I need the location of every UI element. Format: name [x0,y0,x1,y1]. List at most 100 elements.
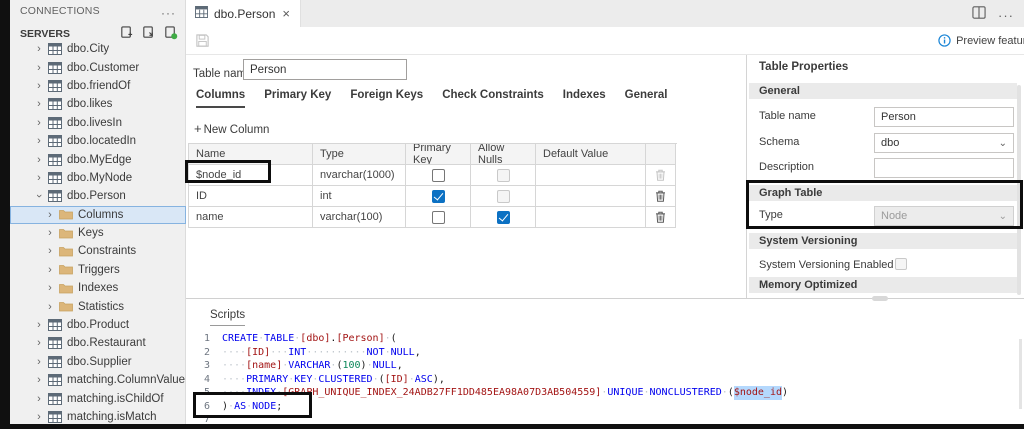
chevron-right-icon[interactable]: › [32,43,46,55]
code-token: ( [391,332,397,346]
code-line-1: 1CREATE·TABLE·[dbo].[Person]·( [186,332,1016,346]
panel-resize-handle[interactable] [872,296,888,301]
delete-row-icon[interactable] [655,190,666,202]
code-token: $node_id [734,386,782,400]
tree-item-statistics[interactable]: ›Statistics [10,297,186,315]
tree-item-dbo-mynode[interactable]: ›dbo.MyNode [10,169,186,187]
new-connection-icon[interactable] [119,25,134,40]
primary-key-checkbox[interactable] [432,169,445,182]
column-name-cell[interactable]: ID [189,186,313,207]
chevron-right-icon[interactable]: › [32,319,46,331]
tree-item-label: matching.isMatch [67,411,156,423]
scripts-tab[interactable]: Scripts [210,309,245,326]
tree-item-dbo-city[interactable]: ›dbo.City [10,40,186,58]
designer-tabs: Columns Primary Key Foreign Keys Check Cons… [196,89,667,108]
column-type-cell[interactable]: nvarchar(1000) [313,165,406,186]
designer-tab-columns[interactable]: Columns [196,89,245,108]
chevron-right-icon[interactable]: › [32,154,46,166]
more-actions-icon[interactable]: ··· [998,8,1014,23]
tree-item-dbo-friendof[interactable]: ›dbo.friendOf [10,77,186,95]
tree-item-dbo-myedge[interactable]: ›dbo.MyEdge [10,150,186,168]
tree-item-dbo-livesin[interactable]: ›dbo.livesIn [10,114,186,132]
chevron-right-icon[interactable]: › [32,117,46,129]
tree-item-dbo-restaurant[interactable]: › dbo.Restaurant [10,334,186,352]
designer-tab-indexes[interactable]: Indexes [563,89,606,108]
column-name-cell[interactable]: $node_id [189,165,313,186]
prop-input-description[interactable] [874,158,1014,178]
delete-row-icon[interactable] [655,211,666,223]
new-column-button[interactable]: +New Column [194,121,269,136]
tree-item-indexes[interactable]: ›Indexes [10,279,186,297]
designer-tab-general[interactable]: General [625,89,668,108]
allow-nulls-cell [471,186,536,207]
primary-key-checkbox[interactable] [432,190,445,203]
chevron-right-icon[interactable]: › [32,172,46,184]
chevron-right-icon[interactable]: › [32,98,46,110]
tree-item-dbo-supplier[interactable]: ›dbo.Supplier [10,353,186,371]
chevron-right-icon[interactable]: › [32,411,46,423]
new-server-group-icon[interactable] [141,25,156,40]
tree-item-columns[interactable]: ›Columns [10,206,186,224]
code-token: [dbo] [300,332,330,346]
code-token: [GRAPH_UNIQUE_INDEX_24ADB27FF1DD485EA98A… [282,386,601,400]
tree-item-matching-columnvalue[interactable]: ›matching.ColumnValue [10,371,186,389]
default-value-cell[interactable] [536,165,646,186]
save-icon[interactable] [195,33,210,53]
grid-header-row: NameTypePrimary KeyAllow NullsDefault Va… [189,144,677,165]
tree-item-label: dbo.Restaurant [67,337,146,349]
chevron-right-icon[interactable]: › [32,393,46,405]
scripts-scrollbar[interactable] [1019,339,1022,409]
prop-input-table-name[interactable] [874,107,1014,127]
table-name-input[interactable] [243,59,407,80]
tree-item-dbo-likes[interactable]: ›dbo.likes [10,95,186,113]
tree-item-matching-ismatch[interactable]: › matching.isMatch [10,408,186,424]
chevron-down-icon[interactable]: › [33,189,45,203]
chevron-right-icon[interactable]: › [32,80,46,92]
tree-item-dbo-locatedin[interactable]: ›dbo.locatedIn [10,132,186,150]
tree-item-keys[interactable]: ›Keys [10,224,186,242]
tree-item-label: dbo.Person [67,190,126,202]
tab-dbo-person[interactable]: dbo.Person × [186,0,301,27]
app-window: CONNECTIONS ··· SERVERS ›dbo.City›dbo.Cu… [0,0,1024,429]
chevron-right-icon[interactable]: › [43,264,57,276]
row-actions-cell [646,165,676,186]
split-editor-icon[interactable] [972,6,986,24]
prop-label-table-name: Table name [759,110,816,122]
tree-item-dbo-person[interactable]: › dbo.Person [10,187,186,205]
chevron-right-icon[interactable]: › [32,374,46,386]
sql-script-editor[interactable]: 1CREATE·TABLE·[dbo].[Person]·(2····[ID]·… [186,332,1016,429]
properties-scrollbar[interactable] [1017,85,1021,295]
active-connections-icon[interactable] [163,25,178,40]
tree-item-dbo-product[interactable]: ›dbo.Product [10,316,186,334]
chevron-right-icon[interactable]: › [43,301,57,313]
chevron-right-icon[interactable]: › [32,62,46,74]
code-token: [name] [246,359,282,373]
chevron-right-icon[interactable]: › [43,245,57,257]
default-value-cell[interactable] [536,186,646,207]
chevron-right-icon[interactable]: › [32,135,46,147]
column-type-cell[interactable]: int [313,186,406,207]
column-name-cell[interactable]: name [189,207,313,228]
table-icon [48,135,62,147]
selected-value: Node [881,210,907,222]
tree-item-dbo-customer[interactable]: ›dbo.Customer [10,58,186,76]
tree-item-triggers[interactable]: ›Triggers [10,261,186,279]
chevron-right-icon[interactable]: › [32,356,46,368]
tree-item-matching-ischildof[interactable]: ›matching.isChildOf [10,389,186,407]
chevron-right-icon[interactable]: › [43,282,57,294]
chevron-right-icon[interactable]: › [43,227,57,239]
prop-select-schema[interactable]: dbo⌄ [874,133,1014,153]
column-type-cell[interactable]: varchar(100) [313,207,406,228]
chevron-right-icon[interactable]: › [32,337,46,349]
allow-nulls-checkbox[interactable] [497,211,510,224]
more-actions-icon[interactable]: ··· [161,6,176,20]
default-value-cell[interactable] [536,207,646,228]
designer-tab-primary-key[interactable]: Primary Key [264,89,331,108]
designer-tab-foreign-keys[interactable]: Foreign Keys [350,89,423,108]
chevron-right-icon[interactable]: › [43,209,57,221]
tab-close-icon[interactable]: × [281,6,291,21]
primary-key-checkbox[interactable] [432,211,445,224]
tree-item-constraints[interactable]: ›Constraints [10,242,186,260]
code-token: VARCHAR [288,359,330,373]
designer-tab-check-constraints[interactable]: Check Constraints [442,89,544,108]
